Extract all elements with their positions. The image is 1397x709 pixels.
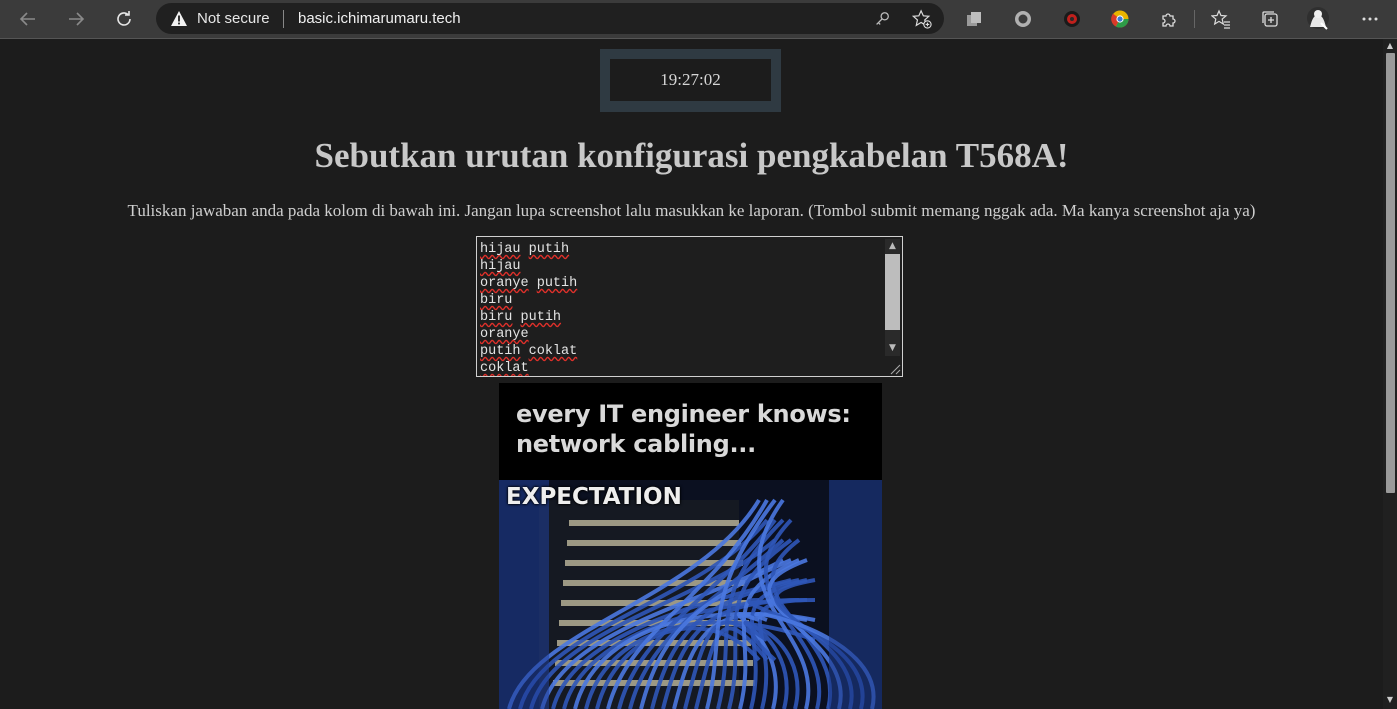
answer-word[interactable]: hijau [480,259,521,274]
page-scroll-up-icon[interactable]: ▲ [1385,41,1395,51]
meme-caption-line1: every IT engineer knows: [516,400,851,428]
address-bar[interactable]: Not secure basic.ichimarumaru.tech [156,3,944,34]
meme-caption: every IT engineer knows: network cabling… [516,399,851,459]
answer-line[interactable]: putih coklat [480,343,577,360]
scroll-down-arrow-icon[interactable]: ▼ [885,341,900,355]
reload-icon[interactable] [110,5,138,33]
clock: 19:27:02 [610,59,771,101]
answer-word[interactable]: oranye [480,327,529,342]
patch-panel [567,540,741,546]
page-scroll-thumb[interactable] [1386,53,1395,493]
more-menu-icon[interactable] [1359,8,1381,30]
profile-avatar-icon[interactable] [1306,5,1332,33]
answer-word[interactable]: biru [480,310,512,325]
answer-word[interactable]: putih [529,242,570,257]
extensions-puzzle-icon[interactable] [1158,8,1180,30]
answer-line[interactable]: hijau [480,258,577,275]
answer-line[interactable]: hijau putih [480,241,577,258]
answer-word[interactable]: putih [537,276,578,291]
meme-label-expectation: EXPECTATION [506,484,682,510]
warning-icon[interactable] [170,10,188,27]
security-status[interactable]: Not secure [197,10,270,27]
cable-rack-photo: EXPECTATION [499,480,882,709]
answer-word[interactable]: coklat [480,361,529,376]
extension-gray-circle-icon[interactable] [1012,8,1034,30]
answer-line[interactable]: biru putih [480,309,577,326]
answer-line[interactable]: oranye [480,326,577,343]
favorites-icon[interactable] [1210,8,1232,30]
extension-red-circle-icon[interactable] [1061,8,1083,30]
instruction-text: Tuliskan jawaban anda pada kolom di bawa… [127,201,1256,220]
resize-grip-icon[interactable] [887,361,901,375]
answer-textarea[interactable]: hijau putih hijau oranye putih biru biru put… [476,236,903,377]
clock-frame: 19:27:02 [600,49,781,112]
answer-line[interactable]: coklat [480,360,577,376]
scroll-up-arrow-icon[interactable]: ▲ [885,239,900,253]
collections-tab-icon[interactable] [1259,8,1281,30]
page-scroll-down-icon[interactable]: ▼ [1385,695,1395,705]
answer-line[interactable]: oranye putih [480,275,577,292]
page-scrollbar[interactable]: ▲ ▼ [1383,39,1397,709]
forward-icon[interactable] [62,5,90,33]
meme-caption-line2: network cabling... [516,430,756,458]
toolbar-divider [1194,10,1195,28]
back-icon[interactable] [14,5,42,33]
web-page: 19:27:02 Sebutkan urutan konfigurasi pen… [0,39,1383,709]
collections-icon[interactable] [963,8,985,30]
textarea-scroll-thumb[interactable] [885,254,900,330]
extension-chrome-icon[interactable] [1109,8,1131,30]
answer-word[interactable]: putih [480,344,521,359]
answer-line[interactable]: biru [480,292,577,309]
cable-rack-illustration [499,480,882,709]
answer-word[interactable]: coklat [529,344,578,359]
key-icon[interactable] [871,8,893,30]
answer-word[interactable]: oranye [480,276,529,291]
page-title: Sebutkan urutan konfigurasi pengkabelan … [314,136,1069,175]
meme-image: every IT engineer knows: network cabling… [499,383,882,709]
patch-panel [569,520,739,526]
answer-word[interactable]: putih [521,310,562,325]
answer-word[interactable]: hijau [480,242,521,257]
address-divider [283,10,284,28]
browser-toolbar: Not secure basic.ichimarumaru.tech [0,0,1397,39]
add-favorite-icon[interactable] [911,8,933,30]
answer-word[interactable]: biru [480,293,512,308]
answer-lines[interactable]: hijau putih hijau oranye putih biru biru put… [480,241,577,376]
url-text[interactable]: basic.ichimarumaru.tech [298,10,461,27]
